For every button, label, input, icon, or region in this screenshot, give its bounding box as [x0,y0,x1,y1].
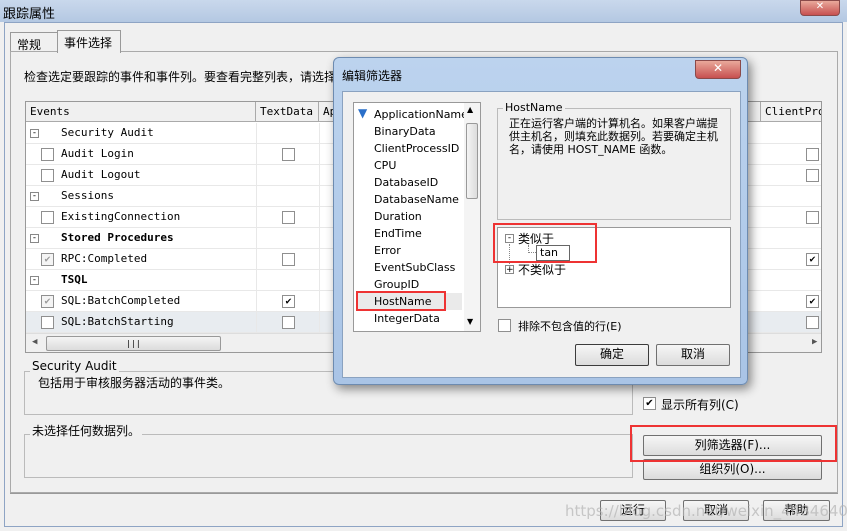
event-label: Security Audit [61,126,154,139]
event-checkbox[interactable] [41,211,54,224]
filter-column-item[interactable]: ClientProcessID [374,140,464,157]
clientproc-checkbox[interactable] [806,169,819,182]
clientproc-checkbox[interactable] [806,148,819,161]
event-label: Sessions [61,189,114,202]
filter-column-item[interactable]: EndTime [374,225,464,242]
event-label: Stored Procedures [61,231,174,244]
textdata-checkbox[interactable] [282,148,295,161]
exclude-empty-checkbox[interactable] [498,319,511,332]
filter-dialog-body: ApplicationName ▼ BinaryData ClientProcessI… [342,91,741,378]
show-all-columns-checkbox[interactable]: ✔ [643,397,656,410]
event-label: SQL:BatchStarting [61,315,174,328]
organize-columns-button[interactable]: 组织列(O)... [643,459,822,480]
like-value-input[interactable]: tan [536,245,570,261]
event-label: ExistingConnection [61,210,181,223]
column-info-text: 正在运行客户端的计算机名。如果客户端提供主机名，则填充此数据列。若要确定主机名，… [509,117,718,156]
divider [10,493,838,494]
tree-line [528,245,536,253]
list-scroll-thumb[interactable] [466,123,478,199]
scroll-thumb[interactable]: ||| [46,336,221,351]
clientproc-checkbox[interactable] [806,316,819,329]
filter-column-item[interactable]: ApplicationName [374,106,468,123]
filter-column-item[interactable]: Error [374,242,464,259]
instructions-text: 检查选定要跟踪的事件和事件列。要查看完整列表，请选择 [24,70,337,84]
filter-column-item[interactable]: CPU [374,157,464,174]
column-filter-button[interactable]: 列筛选器(F)... [643,435,822,456]
title-bar: 跟踪属性 ✕ [0,0,847,22]
list-scrollbar[interactable]: ▲ ▼ [464,103,480,331]
column-info-group [24,434,633,478]
event-info-title: Security Audit [30,359,119,373]
event-label: SQL:BatchCompleted [61,294,181,307]
scroll-up-icon[interactable]: ▲ [467,105,473,114]
column-header-events[interactable]: Events [26,102,256,122]
filter-tree: - 类似于 tan + 不类似于 [497,227,731,308]
tab-event-selection[interactable]: 事件选择 [57,30,121,53]
textdata-checkbox[interactable] [282,316,295,329]
event-info-text: 包括用于审核服务器活动的事件类。 [38,376,231,390]
exclude-empty-label[interactable]: 排除不包含值的行(E) [518,318,622,334]
tree-node-not-like[interactable]: 不类似于 [518,261,566,278]
event-checkbox[interactable]: ✔ [41,253,54,266]
filter-dialog-close-button[interactable]: ✕ [695,60,741,79]
filter-ok-button[interactable]: 确定 [575,344,649,366]
watermark: https://blog.csdn.net/weixin_44846406 [565,502,847,520]
filter-column-item[interactable]: DatabaseID [374,174,464,191]
tab-general[interactable]: 常规 [10,32,58,53]
collapse-icon[interactable]: - [505,234,514,243]
event-label: TSQL [61,273,88,286]
filter-dialog-title: 编辑筛选器 [342,69,403,83]
event-label: RPC:Completed [61,252,148,265]
expand-icon[interactable]: + [505,265,514,275]
textdata-checkbox[interactable]: ✔ [282,295,295,308]
column-info-title: HostName [503,101,565,114]
collapse-icon[interactable]: - [30,276,39,285]
collapse-icon[interactable]: - [30,192,39,201]
filter-icon: ▼ [358,106,368,120]
filter-column-item[interactable]: DatabaseName [374,191,464,208]
event-label: Audit Login [61,147,134,160]
scroll-down-icon[interactable]: ▼ [467,317,473,326]
scroll-right-icon[interactable]: ▶ [812,337,817,347]
event-label: Audit Logout [61,168,141,181]
textdata-checkbox[interactable] [282,253,295,266]
collapse-icon[interactable]: - [30,129,39,138]
event-checkbox[interactable] [41,316,54,329]
event-checkbox[interactable]: ✔ [41,295,54,308]
event-checkbox[interactable] [41,169,54,182]
close-icon: ✕ [712,61,724,75]
column-list: ApplicationName ▼ BinaryData ClientProcessI… [353,102,481,332]
filter-column-item[interactable]: Duration [374,208,464,225]
scroll-left-icon[interactable]: ◀ [32,337,37,347]
filter-cancel-button[interactable]: 取消 [656,344,730,366]
clientproc-checkbox[interactable] [806,211,819,224]
show-all-columns-label[interactable]: 显示所有列(C) [661,396,739,413]
filter-column-item[interactable]: EventSubClass [374,259,464,276]
edit-filter-dialog: 编辑筛选器 ✕ ApplicationName ▼ BinaryData Client… [333,57,748,385]
clientproc-checkbox[interactable]: ✔ [806,295,819,308]
clientproc-checkbox[interactable]: ✔ [806,253,819,266]
filter-column-item[interactable]: GroupID [374,276,464,293]
filter-column-item[interactable]: HostName [374,293,464,310]
textdata-checkbox[interactable] [282,211,295,224]
column-info-title: 未选择任何数据列。 [30,422,143,439]
close-button[interactable]: ✕ [800,0,840,16]
filter-column-item[interactable]: BinaryData [374,123,464,140]
collapse-icon[interactable]: - [30,234,39,243]
column-header-textdata[interactable]: TextData [256,102,319,122]
window-title: 跟踪属性 [3,7,56,22]
column-header-clientproc[interactable]: ClientProc [761,102,821,122]
event-checkbox[interactable] [41,148,54,161]
filter-column-item[interactable]: IntegerData [374,310,464,327]
close-icon: ✕ [815,1,825,12]
